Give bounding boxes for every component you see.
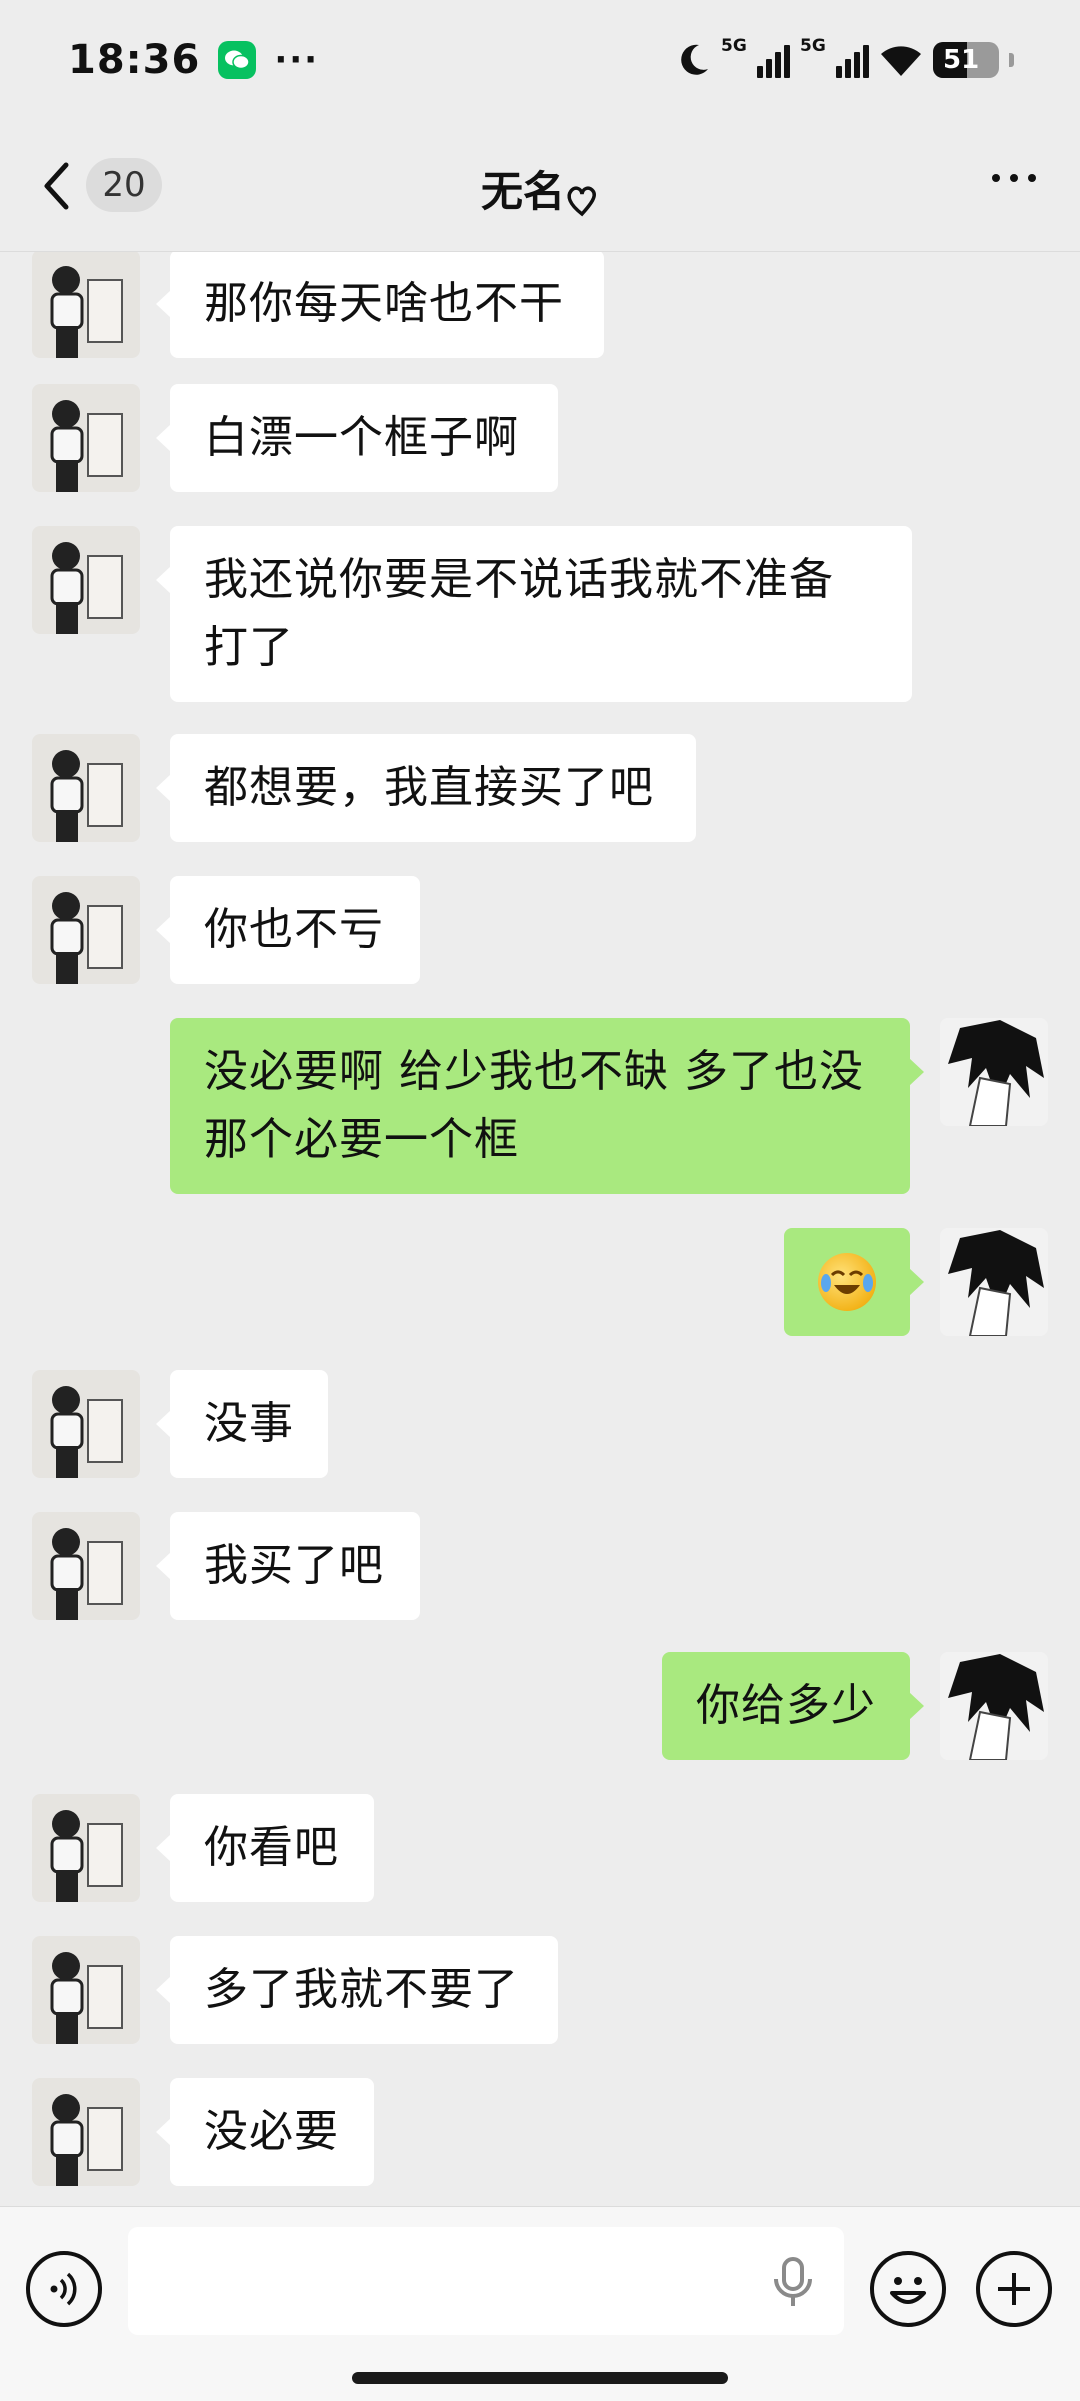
chat-title[interactable]: 无名 (0, 158, 1080, 220)
battery-icon: 51 (933, 42, 999, 78)
contact-avatar[interactable] (32, 252, 140, 358)
received-message-bubble[interactable]: 那你每天啥也不干 (156, 252, 604, 358)
contact-avatar[interactable] (32, 1936, 140, 2044)
network-type-label: 5G (721, 36, 747, 56)
my-avatar[interactable] (940, 1228, 1048, 1336)
received-message-bubble[interactable]: 都想要，我直接买了吧 (156, 734, 696, 842)
network-type-label-2: 5G (800, 36, 826, 56)
sent-message-bubble[interactable]: 你给多少 (662, 1652, 924, 1760)
battery-level: 51 (943, 45, 980, 75)
message-list[interactable]: 那你每天啥也不干 白漂一个框子啊 我还说你要是不说话我就不准备打了 都想要，我直… (0, 252, 1080, 2206)
received-message-bubble[interactable]: 没事 (156, 1370, 328, 1478)
voice-wave-icon (50, 2272, 77, 2306)
received-message-bubble[interactable]: 你看吧 (156, 1794, 374, 1902)
received-message-bubble[interactable]: 白漂一个框子啊 (156, 384, 558, 492)
received-message-bubble[interactable]: 我买了吧 (156, 1512, 420, 1620)
my-avatar[interactable] (940, 1018, 1048, 1126)
chat-title-text: 无名 (480, 167, 565, 216)
signal-icon-2: 5G (800, 36, 869, 78)
wechat-notification-icon (218, 41, 257, 79)
moon-icon (681, 44, 708, 75)
received-message-bubble[interactable]: 多了我就不要了 (156, 1936, 558, 2044)
laughing-crying-emoji-icon (818, 1253, 876, 1311)
smiley-icon (890, 2277, 926, 2304)
sent-message-bubble[interactable]: 没必要啊 给少我也不缺 多了也没那个必要一个框 (170, 1018, 924, 1194)
received-message-bubble[interactable]: 你也不亏 (156, 876, 420, 984)
status-bar: 18:36 ··· 5G 5G 51 (0, 0, 1080, 120)
sent-emoji-bubble[interactable] (784, 1228, 924, 1336)
more-notifications-indicator: ··· (274, 40, 320, 80)
contact-avatar[interactable] (32, 1794, 140, 1902)
my-avatar[interactable] (940, 1652, 1048, 1760)
contact-avatar[interactable] (32, 876, 140, 984)
more-functions-button[interactable] (976, 2251, 1052, 2327)
voice-mode-button[interactable] (26, 2251, 102, 2327)
chat-header: 20 无名 (0, 120, 1080, 252)
contact-avatar[interactable] (32, 526, 140, 634)
contact-avatar[interactable] (32, 1512, 140, 1620)
plus-icon (998, 2273, 1030, 2305)
contact-avatar[interactable] (32, 2078, 140, 2186)
received-message-bubble[interactable]: 我还说你要是不说话我就不准备打了 (156, 526, 912, 702)
home-indicator[interactable] (352, 2372, 728, 2384)
emoji-button[interactable] (870, 2251, 946, 2327)
microphone-icon[interactable] (768, 2255, 818, 2313)
battery-cap (1009, 53, 1014, 67)
wifi-icon (881, 46, 921, 76)
status-time: 18:36 (68, 37, 201, 83)
more-options-button[interactable] (992, 174, 1036, 182)
contact-avatar[interactable] (32, 384, 140, 492)
message-input[interactable] (128, 2227, 844, 2335)
heart-outline-icon (567, 186, 596, 217)
received-message-bubble[interactable]: 没必要 (156, 2078, 374, 2186)
contact-avatar[interactable] (32, 1370, 140, 1478)
contact-avatar[interactable] (32, 734, 140, 842)
status-icons: 5G 5G 51 (677, 36, 1014, 78)
signal-icon: 5G (721, 36, 790, 78)
